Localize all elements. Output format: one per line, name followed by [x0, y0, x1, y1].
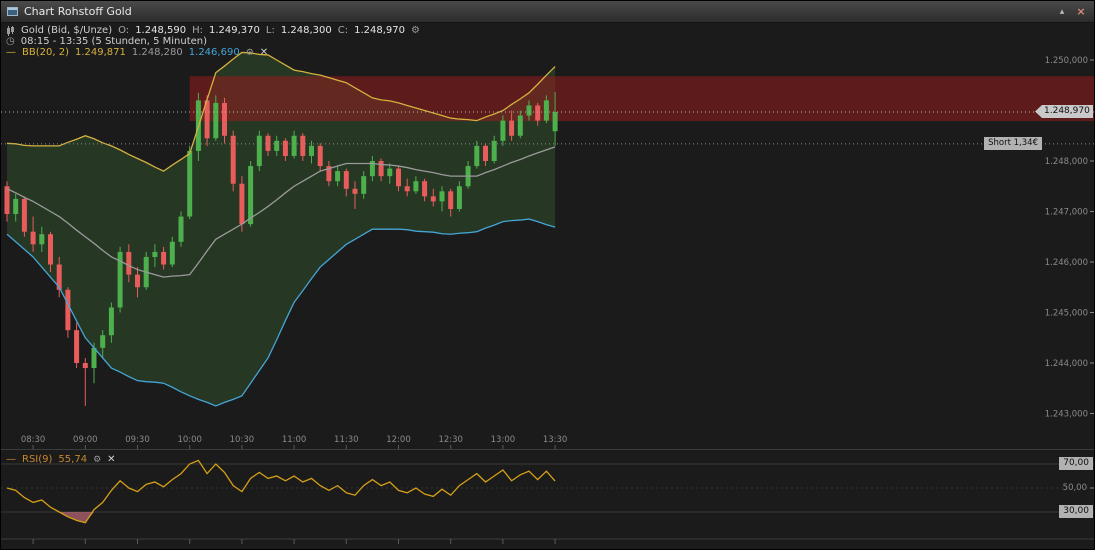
svg-text:13:30: 13:30 [543, 435, 568, 445]
low-label: L: [265, 25, 275, 36]
titlebar[interactable]: Chart Rohstoff Gold ▴ × [1, 1, 1094, 23]
close-label: C: [337, 25, 349, 36]
svg-text:1.246,000: 1.246,000 [1045, 258, 1088, 268]
bb-gear-icon[interactable]: ⚙ [246, 48, 254, 58]
svg-text:08:30: 08:30 [21, 435, 46, 445]
instrument-name: Gold (Bid, $/Unze) [21, 25, 113, 36]
rsi-mid-label: 50,00 [1062, 483, 1087, 493]
rsi-line-swatch: — [6, 454, 16, 465]
rsi-panel [1, 459, 1094, 544]
time-axis: 08:30 09:00 09:30 10:00 10:30 11:00 11:30 12:00… [21, 435, 568, 449]
bb-middle-value: 1.248,280 [131, 47, 183, 58]
close-value: 1.248,970 [354, 25, 406, 36]
svg-text:13:00: 13:00 [491, 435, 516, 445]
svg-text:11:00: 11:00 [282, 435, 307, 445]
bb-line-swatch: — [6, 47, 16, 58]
rsi-gear-icon[interactable]: ⚙ [93, 455, 101, 465]
open-value: 1.248,590 [135, 25, 187, 36]
rsi-indicator-header: — RSI(9) 55,74 ⚙ ✕ [6, 454, 116, 465]
gear-icon[interactable]: ⚙ [411, 25, 420, 36]
resistance-zone[interactable] [189, 76, 1095, 122]
rsi-overbought-label: 70,00 [1059, 457, 1093, 470]
timeframe-header: ◷ 08:15 - 13:35 (5 Stunden, 5 Minuten) [6, 36, 207, 47]
bb-label: BB(20, 2) [22, 47, 69, 58]
rsi-oversold-label: 30,00 [1059, 505, 1093, 518]
svg-text:09:00: 09:00 [73, 435, 98, 445]
clock-icon: ◷ [6, 35, 15, 47]
svg-text:1.245,000: 1.245,000 [1045, 309, 1088, 319]
instrument-header: Gold (Bid, $/Unze) O: 1.248,590 H: 1.249,3… [6, 25, 420, 36]
svg-text:12:30: 12:30 [438, 435, 463, 445]
bb-indicator-header: — BB(20, 2) 1.249,871 1.248,280 1.246,69… [6, 47, 268, 58]
svg-text:10:30: 10:30 [230, 435, 255, 445]
svg-text:1.250,000: 1.250,000 [1045, 56, 1088, 66]
price-chart[interactable]: 1.250,000 1.248,000 1.247,000 1.246,000 1.24… [1, 1, 1095, 550]
rsi-close-icon[interactable]: ✕ [107, 454, 115, 465]
open-label: O: [118, 25, 130, 36]
chart-window-icon [7, 7, 18, 16]
svg-text:12:00: 12:00 [386, 435, 411, 445]
bb-close-icon[interactable]: ✕ [260, 47, 268, 58]
low-value: 1.248,300 [280, 25, 332, 36]
svg-text:1.243,000: 1.243,000 [1045, 410, 1088, 420]
candlestick-icon [7, 25, 14, 36]
svg-text:1.244,000: 1.244,000 [1045, 359, 1088, 369]
high-label: H: [192, 25, 203, 36]
svg-text:10:00: 10:00 [177, 435, 202, 445]
window-title: Chart Rohstoff Gold [24, 5, 132, 18]
high-value: 1.249,370 [208, 25, 260, 36]
rsi-value: 55,74 [58, 454, 88, 465]
svg-text:1.248,000: 1.248,000 [1045, 157, 1088, 167]
svg-text:09:30: 09:30 [125, 435, 150, 445]
bb-upper-value: 1.249,871 [74, 47, 126, 58]
last-price-label: 1.248,970 [1035, 105, 1093, 118]
svg-text:11:30: 11:30 [334, 435, 359, 445]
rsi-label: RSI(9) [22, 454, 53, 465]
close-icon[interactable]: × [1074, 5, 1088, 19]
svg-text:1.247,000: 1.247,000 [1045, 208, 1088, 218]
maximize-icon[interactable]: ▴ [1055, 5, 1069, 19]
bb-lower-value: 1.246,690 [188, 47, 240, 58]
chart-window: Chart Rohstoff Gold ▴ × 1.250,000 1.248,0… [0, 0, 1095, 550]
position-badge[interactable]: Short 1,34€ [984, 137, 1042, 150]
timeframe-text: 08:15 - 13:35 (5 Stunden, 5 Minuten) [20, 36, 208, 47]
